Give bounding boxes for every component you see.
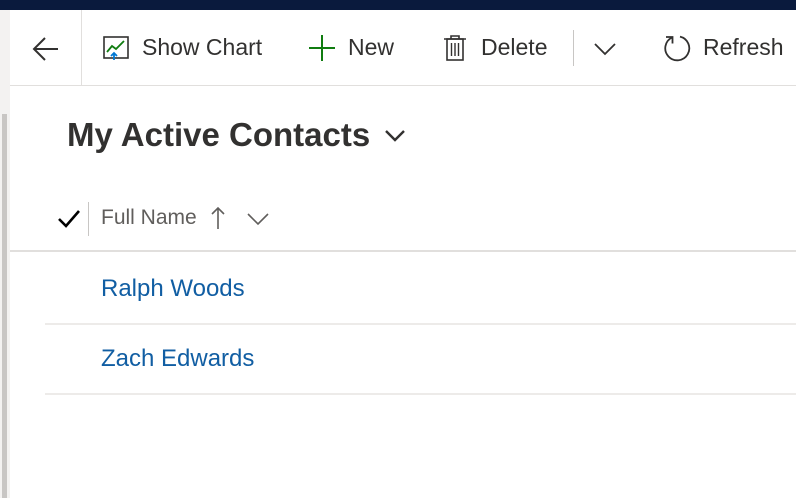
show-chart-label: Show Chart — [142, 34, 263, 60]
header-separator — [88, 202, 89, 236]
show-chart-button[interactable]: Show Chart — [102, 10, 262, 85]
new-button[interactable]: New — [308, 10, 394, 85]
plus-icon — [308, 34, 336, 62]
view-selector[interactable]: My Active Contacts — [67, 112, 408, 158]
new-label: New — [348, 34, 395, 60]
more-commands-button[interactable] — [590, 34, 620, 64]
sort-ascending-icon — [211, 206, 225, 229]
refresh-label: Refresh — [703, 34, 784, 60]
select-all-checkmark-icon[interactable] — [56, 206, 82, 232]
back-button[interactable] — [10, 10, 82, 85]
chevron-down-icon[interactable] — [245, 205, 271, 231]
delete-label: Delete — [481, 34, 548, 60]
grid-header: Full Name — [10, 186, 796, 252]
command-bar: Show Chart New Delete Refresh — [10, 10, 796, 86]
delete-button[interactable]: Delete — [441, 10, 547, 85]
refresh-icon — [663, 34, 691, 62]
contact-name-link[interactable]: Zach Edwards — [101, 324, 254, 393]
column-header-full-name[interactable]: Full Name — [101, 186, 271, 250]
command-separator — [573, 30, 574, 66]
column-header-label: Full Name — [101, 206, 197, 229]
app-header-bar — [0, 0, 796, 10]
left-navigation-rail — [0, 10, 10, 498]
view-title: My Active Contacts — [67, 116, 371, 153]
table-row[interactable]: Zach Edwards — [45, 324, 796, 395]
chart-icon — [102, 34, 130, 62]
table-row[interactable]: Ralph Woods — [45, 254, 796, 325]
trash-icon — [441, 34, 469, 62]
contact-name-link[interactable]: Ralph Woods — [101, 254, 245, 323]
chevron-down-icon — [385, 130, 406, 142]
refresh-button[interactable]: Refresh — [663, 10, 784, 85]
chevron-down-icon — [594, 43, 616, 56]
back-arrow-icon — [32, 37, 58, 61]
rail-scrollbar[interactable] — [2, 114, 7, 498]
